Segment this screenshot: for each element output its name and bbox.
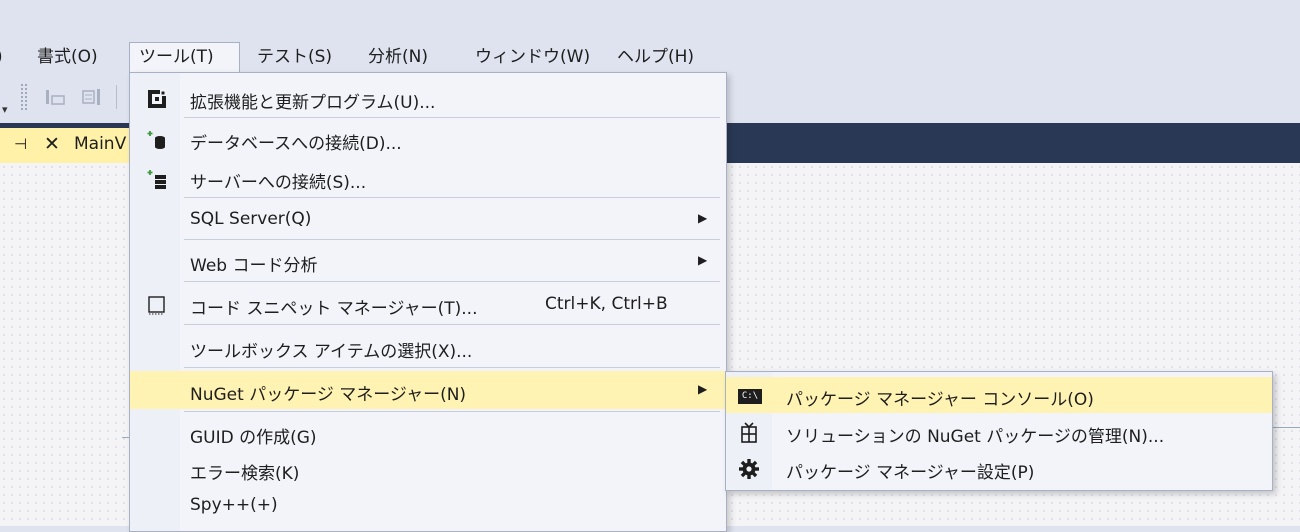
menu-item-label: サーバーへの接続(S)... (190, 173, 367, 193)
nuget-submenu: C:\ パッケージ マネージャー コンソール(O) ソリューションの NuGet… (725, 371, 1273, 491)
toolbar-grip[interactable] (20, 83, 28, 111)
server-connect-icon (147, 170, 166, 189)
editor-divider (1272, 427, 1300, 428)
menu-item-web-code-analysis[interactable]: Web コード分析 ▶ (130, 243, 726, 279)
menu-item-sql-server[interactable]: SQL Server(Q) ▶ (130, 201, 726, 237)
menu-analyze[interactable]: 分析(N) (359, 42, 437, 72)
menu-item-label: NuGet パッケージ マネージャー(N) (190, 385, 467, 405)
menu-item-nuget-package-manager[interactable]: NuGet パッケージ マネージャー(N) ▶ (130, 371, 726, 409)
menu-item-label: パッケージ マネージャー コンソール(O) (786, 390, 1094, 410)
menu-item-label: パッケージ マネージャー設定(P) (786, 463, 1035, 483)
gear-icon (739, 459, 759, 479)
database-connect-icon (147, 131, 165, 149)
menu-separator (184, 324, 720, 325)
toolbar: ▾ (0, 73, 130, 121)
menu-item-spy-plus-plus[interactable]: Spy++(+) (130, 487, 726, 523)
menu-window[interactable]: ウィンドウ(W) (466, 42, 599, 72)
menu-item-error-lookup[interactable]: エラー検索(K) (130, 451, 726, 487)
menu-item-label: データベースへの接続(D)... (190, 134, 402, 154)
menu-format[interactable]: 書式(O) (28, 42, 107, 72)
menu-item-label: コード スニペット マネージャー(T)... (190, 299, 478, 319)
menu-item-label: エラー検索(K) (190, 464, 300, 484)
submenu-arrow-icon: ▶ (698, 211, 708, 225)
submenu-arrow-icon: ▶ (698, 382, 708, 396)
menu-item-connect-database[interactable]: データベースへの接続(D)... (130, 121, 726, 157)
menu-separator (184, 281, 720, 282)
menu-item-label: ツールボックス アイテムの選択(X)... (190, 342, 473, 362)
menu-separator (184, 239, 720, 240)
menu-item-label: Web コード分析 (190, 256, 318, 276)
menu-item-label: SQL Server(Q) (190, 209, 312, 229)
menu-test[interactable]: テスト(S) (248, 42, 341, 72)
menu-item-extensions[interactable]: 拡張機能と更新プログラム(U)... (130, 80, 726, 116)
menu-item-shortcut: Ctrl+K, Ctrl+B (545, 294, 668, 314)
submenu-arrow-icon: ▶ (698, 253, 708, 267)
tools-menu-dropdown: 拡張機能と更新プログラム(U)... データベースへの接続(D)... サーバー… (129, 72, 727, 532)
extensions-icon (148, 90, 166, 108)
menu-item-choose-toolbox-items[interactable]: ツールボックス アイテムの選択(X)... (130, 329, 726, 365)
menu-bar: ) 書式(O) ツール(T) テスト(S) 分析(N) ウィンドウ(W) ヘルプ… (0, 42, 1300, 72)
menu-separator (184, 117, 720, 118)
tab-title: MainV (74, 134, 127, 154)
menu-item-label: Spy++(+) (190, 495, 278, 515)
menu-separator (184, 367, 720, 368)
menu-item-connect-server[interactable]: サーバーへの接続(S)... (130, 160, 726, 196)
outdent-icon[interactable] (80, 87, 102, 107)
toolbar-separator (116, 85, 117, 109)
submenu-item-package-manager-console[interactable]: C:\ パッケージ マネージャー コンソール(O) (726, 377, 1272, 413)
submenu-item-manage-nuget-packages[interactable]: ソリューションの NuGet パッケージの管理(N)... (726, 414, 1272, 450)
menu-item-create-guid[interactable]: GUID の作成(G) (130, 415, 726, 451)
close-icon[interactable]: ✕ (44, 133, 60, 155)
snippet-icon (148, 296, 165, 315)
console-icon: C:\ (738, 389, 762, 404)
submenu-item-package-manager-settings[interactable]: パッケージ マネージャー設定(P) (726, 450, 1272, 486)
toolbar-overflow-icon[interactable]: ▾ (2, 103, 8, 116)
package-icon (741, 422, 757, 443)
indent-icon[interactable] (44, 87, 66, 107)
menu-help[interactable]: ヘルプ(H) (608, 42, 703, 72)
menu-item-partial[interactable]: ) (0, 42, 10, 72)
menu-separator (184, 197, 720, 198)
menu-item-label: 拡張機能と更新プログラム(U)... (190, 93, 436, 113)
pin-icon[interactable]: ⊣ (14, 135, 27, 153)
menu-item-label: GUID の作成(G) (190, 428, 317, 448)
menu-item-label: ソリューションの NuGet パッケージの管理(N)... (786, 427, 1165, 447)
menu-separator (184, 411, 720, 412)
menu-tools[interactable]: ツール(T) (129, 42, 240, 72)
menu-item-code-snippets-manager[interactable]: コード スニペット マネージャー(T)... Ctrl+K, Ctrl+B (130, 286, 726, 322)
document-tab-main[interactable]: ⊣ ✕ MainV (0, 128, 140, 163)
